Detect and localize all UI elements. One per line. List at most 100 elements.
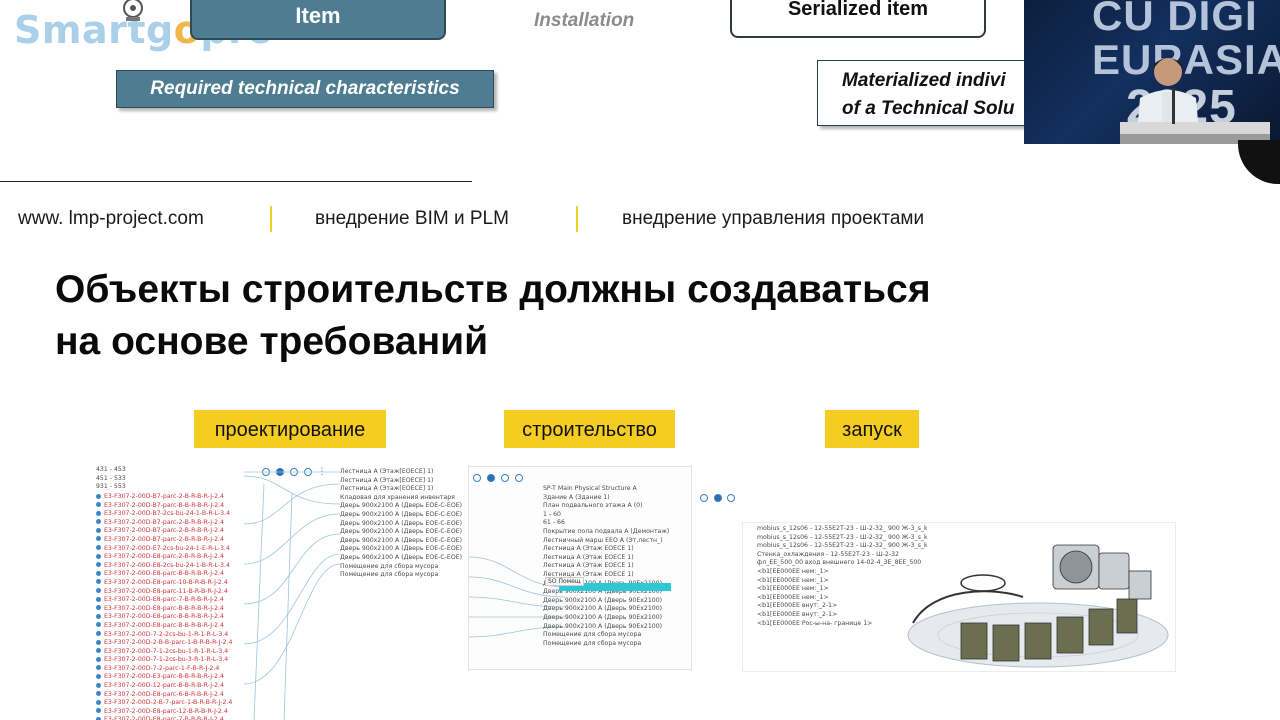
list-item[interactable]: E3-F307-2-00D-B7-parc-2-B-R-B-R-J-2.4 [96,527,246,536]
list-item[interactable]: Дверь 900x2100 А (Дверь ЕОЕ-С-ЕОЕ) [340,511,474,520]
list-item[interactable]: E3-F307-2-00D-E8-parc-10-B-R-B-R-J-2.4 [96,579,246,588]
list-item-label: E3-F307-2-00D-B7-parc-B-B-R-B-R-J-2.4 [104,501,225,509]
list-item[interactable]: E3-F307-2-00D-E7-2cs-bu-24-1-E-R-L-3.4 [96,545,246,554]
list-item[interactable]: E3-F307-2-00D-E3-parc-B-B-R-B-R-J-2.4 [96,673,246,682]
list-item-label: E3-F307-2-00D-E8-parc-B-B-R-B-R-J-2.4 [104,613,224,621]
node-dot-icon [96,527,101,533]
list-item[interactable]: Дверь 900x2100 А (Дверь 90Ex2100) [543,614,689,623]
list-item[interactable]: Помещение для сбора мусора [340,571,474,580]
stage-label-launch: запуск [825,410,919,448]
list-item[interactable]: 431 - 453 [96,466,246,475]
list-item[interactable]: E3-F307-2-00D-E8-parc-2-B-R-B-R-J-2.4 [96,553,246,562]
slide-header: www. lmp-project.com внедрение BIM и PLM… [0,206,1280,234]
list-item-label: <b1[ЕЕ000ЕЕ нем:_1> [757,585,829,593]
list-item[interactable]: E3-F307-2-00D-7-2-parc-1-F-B-R-J-2.4 [96,665,246,674]
list-item[interactable]: E3-F307-2-00D-E8-parc-7-B-R-B-R-J-2.4 [96,716,246,720]
list-item[interactable]: E3-F307-2-00D-2-B-B-parc-1-B-R-B-R-J-2.4 [96,639,246,648]
serialized-item-box: Serialized item [730,0,986,38]
list-item[interactable]: E3-F307-2-00D-2-B-7-parc-1-B-R-B-R-J-2.4 [96,699,246,708]
header-separator [576,206,578,232]
row-tooltip: SO Помещ [545,577,584,586]
list-item[interactable]: E3-F307-2-00D-7-1-2cs-bu-1-R-1-R-L-3.4 [96,648,246,657]
list-item[interactable]: E3-F307-2-00D-E8-parc-6-B-R-B-R-J-2.4 [96,691,246,700]
list-item-label: Лестница А (Этаж ЕОЕСЕ 1) [543,562,634,570]
list-item-label: E3-F307-2-00D-7-2-parc-1-F-B-R-J-2.4 [104,664,220,672]
node-dot-icon [96,562,101,568]
list-item[interactable]: E3-F307-2-00D-E8-parc-12-B-R-B-R-J-2.4 [96,708,246,717]
list-item[interactable]: Помещение для сбора мусора [543,631,689,640]
node-dot-icon [96,656,101,662]
list-item-label: <b1[ЕЕ000ЕЕ нем:_1> [757,576,829,584]
list-item[interactable]: E3-F307-2-00D-E8-parc-B-B-R-B-R-J-2.4 [96,613,246,622]
list-item[interactable]: Дверь 900x2100 А (Дверь ЕОЕ-С-ЕОЕ) [340,502,474,511]
list-item-label: E3-F307-2-00D-E8-parc-7-B-R-B-R-J-2.4 [104,596,224,604]
list-item-label: Лестничный марш ЕЕО А (Эт.лестн_) [543,536,663,544]
list-item[interactable]: Дверь 900x2100 А (Дверь ЕОЕ-С-ЕОЕ) [340,520,474,529]
list-item[interactable]: Помещение для сбора мусора [340,563,474,572]
list-item[interactable]: Помещение для сбора мусора [543,640,689,649]
node-dot-icon [96,519,101,525]
list-item[interactable]: E3-F307-2-00D-E8-2cs-bu-24-1-B-R-L-3.4 [96,562,246,571]
refresh-icon[interactable] [700,493,708,502]
node-icon[interactable] [713,493,722,502]
list-item[interactable]: E3-F307-2-00D-E8-parc-B-B-R-B-R-J-2.4 [96,622,246,631]
node-dot-icon [96,596,101,602]
list-item[interactable]: E3-F307-2-00D-E8-parc-B-B-R-B-R-J-2.4 [96,605,246,614]
list-item[interactable]: SP-T Main Physical Structure A [543,485,689,494]
list-item[interactable]: Дверь 900x2100 А (Дверь ЕОЕ-С-ЕОЕ) [340,554,474,563]
list-item[interactable]: Лестница А (Этаж[ЕОЕСЕ] 1) [340,477,474,486]
list-item[interactable]: E3-F307-2-00D-B7-parc-2-B-R-B-R-J-2.4 [96,519,246,528]
list-item-label: E3-F307-2-00D-7-1-2cs-bu-3-R-1-R-L-3.4 [104,656,229,664]
list-item[interactable]: E3-F307-2-00D-E8-parc-7-B-R-B-R-J-2.4 [96,596,246,605]
list-item[interactable]: Кладовая для хранения инвентаря [340,494,474,503]
list-item[interactable]: Лестница А (Этаж ЕОЕСЕ 1) [543,545,689,554]
list-item[interactable]: План подвального этажа А (0) [543,502,689,511]
node-dot-icon [96,579,101,585]
list-item[interactable]: Дверь 900x2100 А (Дверь ЕОЕ-С-ЕОЕ) [340,545,474,554]
list-item[interactable]: Лестничный марш ЕЕО А (Эт.лестн_) [543,537,689,546]
list-item[interactable]: E3-F307-2-00D-B7-parc-2-B-R-B-R-J-2.4 [96,536,246,545]
list-item[interactable]: Лестница А (Этаж ЕОЕСЕ 1) [543,562,689,571]
list-item[interactable]: E3-F307-2-00D-B7-parc-2-B-R-B-R-J-2.4 [96,493,246,502]
list-item[interactable]: 451 - 533 [96,475,246,484]
list-item[interactable]: Дверь 900x2100 А (Дверь 90Ex2100) [543,623,689,632]
list-item[interactable]: Лестница А (Этаж ЕОЕСЕ 1) [543,554,689,563]
list-item[interactable]: Дверь 900x2100 А (Дверь ЕОЕ-С-ЕОЕ) [340,537,474,546]
node-dot-icon [96,588,101,594]
list-item-label: 61 - 66 [543,519,565,527]
node-dot-icon [96,536,101,542]
header-tag-project-management: внедрение управления проектами [622,208,925,229]
list-item[interactable]: E3-F307-2-00D-E8-parc-11-B-R-B-R-J-2.4 [96,588,246,597]
list-item-label: E3-F307-2-00D-E8-parc-7-B-R-B-R-J-2.4 [104,716,224,720]
list-item[interactable]: E3-F307-2-00D-B7-parc-B-B-R-B-R-J-2.4 [96,502,246,511]
list-item-label: Лестница А (Этаж ЕОЕСЕ 1) [543,545,634,553]
construction-screenshot: SP-T Main Physical Structure A Здание А (… [468,466,692,670]
list-item[interactable]: E3-F307-2-00D-7-1-2cs-bu-3-R-1-R-L-3.4 [96,656,246,665]
list-item-label: Дверь 900x2100 А (Дверь ЕОЕ-С-ЕОЕ) [340,510,463,518]
list-item[interactable]: E3-F307-2-00D-B7-2cs-bu-24-1-B-R-L-3.4 [96,510,246,519]
header-tag-bim-plm: внедрение BIM и PLM [315,208,509,229]
list-item[interactable]: 931 - 553 [96,483,246,492]
list-item[interactable]: Лестница А (Этаж[ЕОЕСЕ] 1) [340,485,474,494]
list-item-label: Кладовая для хранения инвентаря [340,493,455,501]
node-icon[interactable] [727,493,736,502]
required-characteristics-box: Required technical characteristics [116,70,494,108]
previous-slide-strip: Smartgopro Item Installation Serialized … [0,0,1027,150]
list-item[interactable]: E3-F307-2-00D-12-parc-B-B-R-B-R-J-2.4 [96,682,246,691]
list-item[interactable]: Дверь 900x2100 А (Дверь 90Ex2100) [543,597,689,606]
list-item[interactable]: Дверь 900x2100 А (Дверь ЕОЕ-С-ЕОЕ) [340,528,474,537]
list-item[interactable]: E3-F307-2-00D-E8-parc-B-B-R-B-R-J-2.4 [96,570,246,579]
materialized-solution-box: Materialized indivi of a Technical Solu [817,60,1027,126]
list-item-label: E3-F307-2-00D-7-2-2cs-bu-1-R-1-R-L-3.4 [104,630,229,638]
list-item[interactable]: 1 - 60 [543,511,689,520]
list-item-label: Помещение для сбора мусора [543,639,642,647]
design-link-lines [244,471,341,720]
list-item[interactable]: Покрытие пола подвала А (Демонтаж) [543,528,689,537]
node-dot-icon [96,708,101,714]
list-item[interactable]: Дверь 900x2100 А (Дверь 90Ex2100) [543,605,689,614]
list-item[interactable]: 61 - 66 [543,519,689,528]
list-item-label: E3-F307-2-00D-E3-parc-B-B-R-B-R-J-2.4 [104,673,224,681]
list-item[interactable]: Лестница А (Этаж[ЕОЕСЕ] 1) [340,468,474,477]
list-item[interactable]: E3-F307-2-00D-7-2-2cs-bu-1-R-1-R-L-3.4 [96,631,246,640]
list-item[interactable]: Здание А (Здание 1) [543,494,689,503]
